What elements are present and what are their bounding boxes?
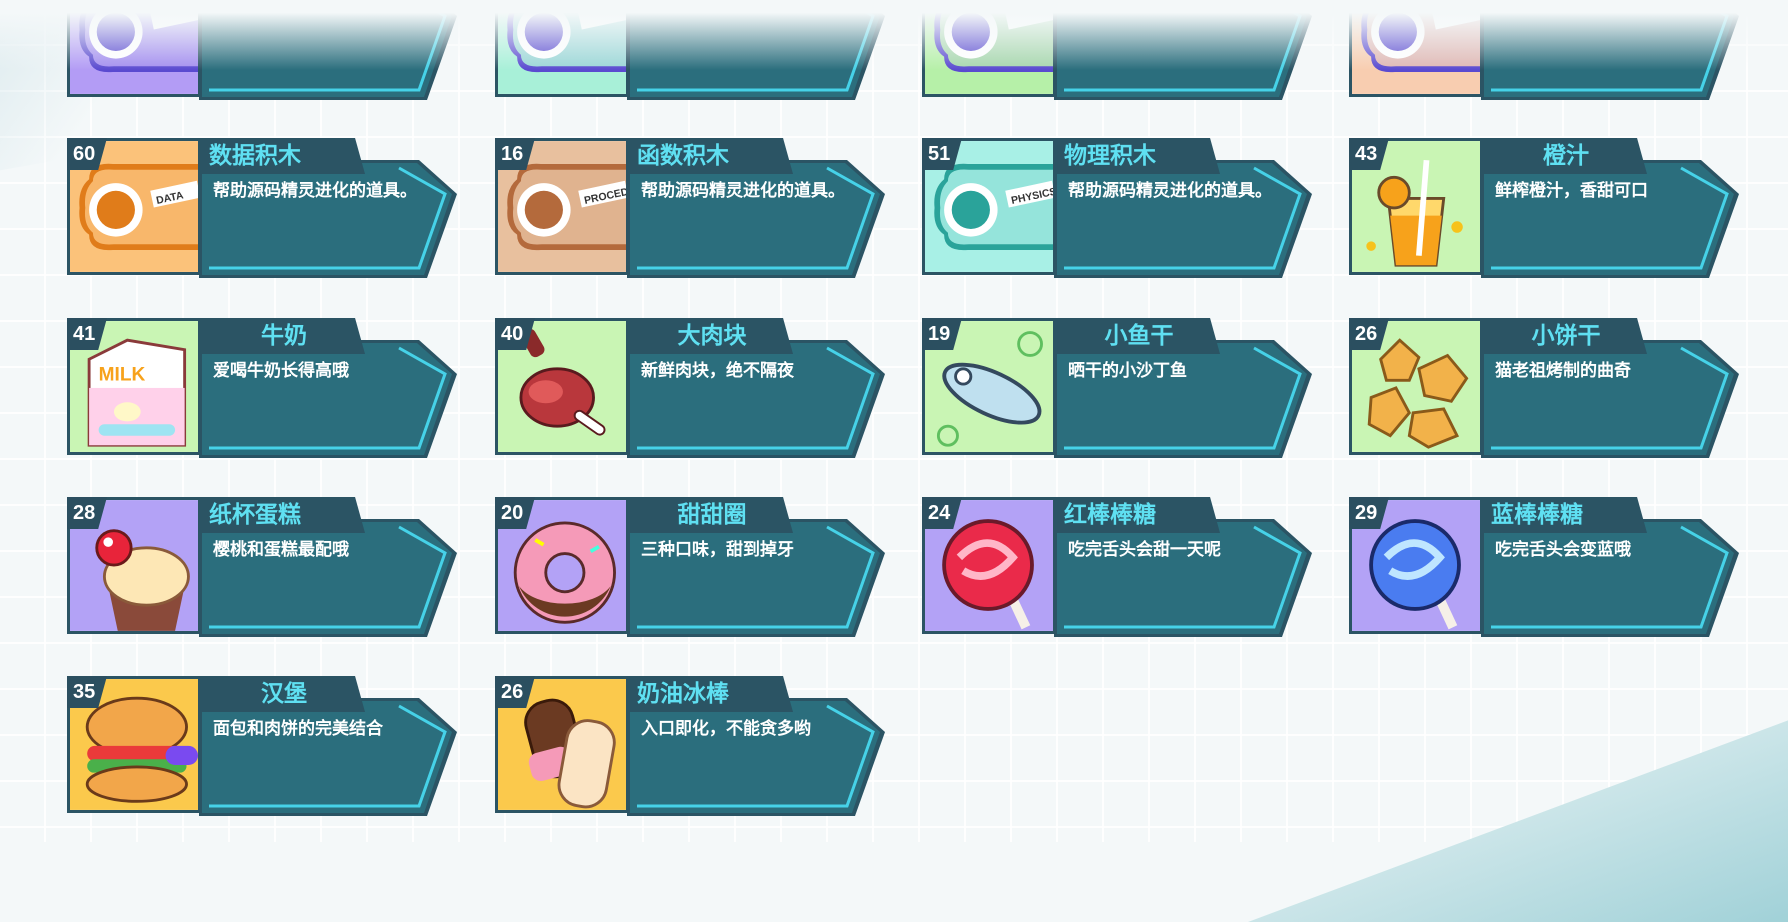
inventory-card[interactable]: 28 纸杯蛋糕 樱桃和蛋糕最配哦 bbox=[67, 497, 457, 637]
item-description: 帮助源码精灵进化的道具。 bbox=[641, 181, 845, 201]
inventory-card[interactable]: 29 蓝棒棒糖 吃完舌头会变蓝哦 bbox=[1349, 497, 1739, 637]
inventory-grid: DATA 60 数据积木 帮助源码精灵进化的道具。 PROCEDU 16 函数积… bbox=[67, 0, 1747, 842]
inventory-card[interactable]: 26 奶油冰棒 入口即化，不能贪多哟 bbox=[495, 676, 885, 816]
item-description: 入口即化，不能贪多哟 bbox=[641, 719, 811, 739]
item-description: 新鲜肉块，绝不隔夜 bbox=[641, 361, 794, 381]
inventory-card-partial[interactable] bbox=[67, 0, 457, 100]
item-description: 猫老祖烤制的曲奇 bbox=[1495, 361, 1631, 381]
card-body bbox=[627, 519, 885, 637]
inventory-card[interactable]: PROCEDU 16 函数积木 帮助源码精灵进化的道具。 bbox=[495, 138, 885, 278]
item-name: 物理积木 bbox=[1064, 143, 1156, 169]
pen-code-key-icon bbox=[495, 0, 629, 97]
sensing-code-key-icon bbox=[922, 0, 1056, 97]
card-body bbox=[199, 340, 457, 458]
inventory-card-partial[interactable] bbox=[495, 0, 885, 100]
item-name: 蓝棒棒糖 bbox=[1491, 502, 1583, 528]
item-name: 大肉块 bbox=[677, 323, 747, 349]
inventory-card[interactable]: 19 小鱼干 晒干的小沙丁鱼 bbox=[922, 318, 1312, 458]
item-name: 纸杯蛋糕 bbox=[209, 502, 301, 528]
inventory-card[interactable]: 35 汉堡 面包和肉饼的完美结合 bbox=[67, 676, 457, 816]
card-body bbox=[1054, 0, 1312, 100]
card-body bbox=[1054, 519, 1312, 637]
item-name: 橙汁 bbox=[1543, 143, 1589, 169]
item-name: 牛奶 bbox=[261, 323, 307, 349]
item-description: 帮助源码精灵进化的道具。 bbox=[1068, 181, 1272, 201]
operator-code-key-icon bbox=[1349, 0, 1483, 97]
card-body bbox=[627, 160, 885, 278]
card-body bbox=[199, 698, 457, 816]
card-body bbox=[199, 160, 457, 278]
card-body bbox=[199, 519, 457, 637]
item-name: 甜甜圈 bbox=[677, 502, 747, 528]
card-body bbox=[627, 0, 885, 100]
item-description: 吃完舌头会变蓝哦 bbox=[1495, 540, 1631, 560]
item-name: 红棒棒糖 bbox=[1064, 502, 1156, 528]
inventory-card[interactable]: PHYSICS 51 物理积木 帮助源码精灵进化的道具。 bbox=[922, 138, 1312, 278]
inventory-card[interactable]: 40 大肉块 新鲜肉块，绝不隔夜 bbox=[495, 318, 885, 458]
item-description: 三种口味，甜到掉牙 bbox=[641, 540, 794, 560]
sound-code-key-icon bbox=[67, 0, 201, 97]
inventory-card[interactable]: 26 小饼干 猫老祖烤制的曲奇 bbox=[1349, 318, 1739, 458]
card-body bbox=[1481, 340, 1739, 458]
card-body bbox=[1481, 519, 1739, 637]
item-description: 帮助源码精灵进化的道具。 bbox=[213, 181, 417, 201]
card-body bbox=[1481, 160, 1739, 278]
item-name: 奶油冰棒 bbox=[637, 681, 729, 707]
card-body bbox=[1481, 0, 1739, 100]
item-description: 吃完舌头会甜一天呢 bbox=[1068, 540, 1221, 560]
inventory-card[interactable]: DATA 60 数据积木 帮助源码精灵进化的道具。 bbox=[67, 138, 457, 278]
inventory-card-partial[interactable] bbox=[1349, 0, 1739, 100]
item-name: 函数积木 bbox=[637, 143, 729, 169]
inventory-card[interactable]: MILK 41 牛奶 爱喝牛奶长得高哦 bbox=[67, 318, 457, 458]
item-description: 爱喝牛奶长得高哦 bbox=[213, 361, 349, 381]
inventory-card[interactable]: 43 橙汁 鲜榨橙汁，香甜可口 bbox=[1349, 138, 1739, 278]
item-name: 数据积木 bbox=[209, 143, 301, 169]
svg-text:MILK: MILK bbox=[99, 364, 146, 385]
item-name: 小鱼干 bbox=[1104, 323, 1174, 349]
card-body bbox=[627, 698, 885, 816]
card-body bbox=[199, 0, 457, 100]
item-description: 面包和肉饼的完美结合 bbox=[213, 719, 383, 739]
card-body bbox=[1054, 340, 1312, 458]
item-description: 樱桃和蛋糕最配哦 bbox=[213, 540, 349, 560]
inventory-card-partial[interactable] bbox=[922, 0, 1312, 100]
inventory-card[interactable]: 20 甜甜圈 三种口味，甜到掉牙 bbox=[495, 497, 885, 637]
inventory-card[interactable]: 24 红棒棒糖 吃完舌头会甜一天呢 bbox=[922, 497, 1312, 637]
item-name: 汉堡 bbox=[261, 681, 307, 707]
item-description: 晒干的小沙丁鱼 bbox=[1068, 361, 1187, 381]
card-body bbox=[627, 340, 885, 458]
card-body bbox=[1054, 160, 1312, 278]
item-description: 鲜榨橙汁，香甜可口 bbox=[1495, 181, 1648, 201]
item-name: 小饼干 bbox=[1531, 323, 1601, 349]
